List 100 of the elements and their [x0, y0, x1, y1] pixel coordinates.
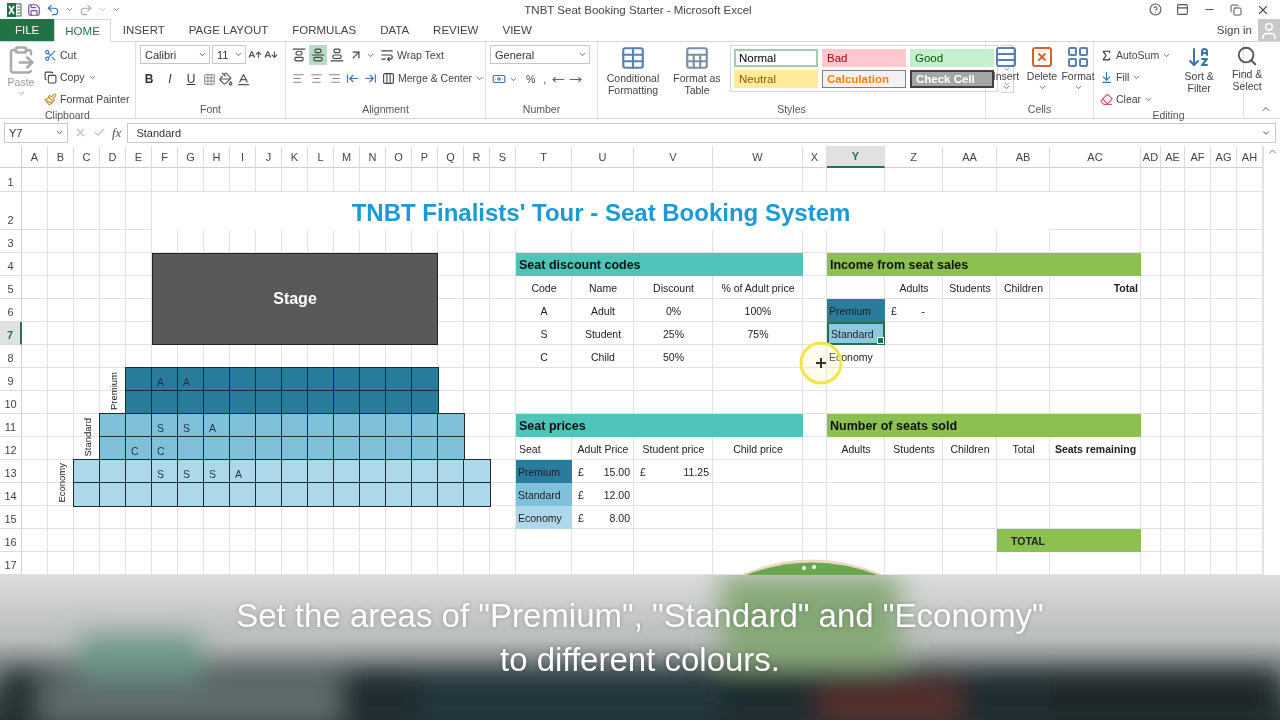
find-select-button[interactable]: Find & Select	[1225, 45, 1270, 110]
comma-button[interactable]: ,	[541, 69, 549, 90]
column-header[interactable]: Z	[885, 146, 943, 168]
cell-style[interactable]: Neutral	[734, 70, 818, 89]
column-header[interactable]: Y	[827, 146, 885, 168]
ribbon-tab[interactable]: DATA	[368, 19, 422, 42]
ribbon-tab[interactable]: INSERT	[110, 19, 177, 42]
column-header[interactable]: M	[334, 146, 360, 168]
row-header[interactable]: 9	[0, 368, 22, 391]
cell-style[interactable]: Good	[910, 49, 994, 68]
row-header[interactable]: 15	[0, 506, 22, 529]
save-button[interactable]	[27, 2, 41, 17]
font-size-field[interactable]: 11	[212, 45, 246, 65]
undo-button[interactable]	[46, 2, 60, 17]
column-header[interactable]: N	[360, 146, 386, 168]
cells-button[interactable]: Delete	[1026, 45, 1058, 104]
conditional-formatting-button[interactable]: Conditional Formatting	[602, 45, 664, 104]
cut-button[interactable]: Cut	[42, 45, 132, 66]
row-header[interactable]: 8	[0, 345, 22, 368]
row-header[interactable]: 11	[0, 414, 22, 437]
ribbon-tab[interactable]: HOME	[54, 19, 111, 43]
ribbon-tab[interactable]: FILE	[0, 19, 55, 42]
column-header[interactable]: AC	[1050, 146, 1141, 168]
editing-button[interactable]: Clear	[1098, 89, 1174, 110]
column-header[interactable]: G	[178, 146, 204, 168]
column-header[interactable]: X	[803, 146, 827, 168]
column-header[interactable]: B	[48, 146, 74, 168]
row-header[interactable]: 10	[0, 391, 22, 414]
sign-in-link[interactable]: Sign in	[1216, 24, 1252, 37]
row-header[interactable]: 5	[0, 276, 22, 299]
formula-field[interactable]: Standard	[127, 122, 1276, 143]
ribbon-tab[interactable]: REVIEW	[421, 19, 491, 42]
editing-button[interactable]: Fill	[1098, 67, 1174, 88]
name-box[interactable]: Y7	[4, 122, 68, 143]
format-as-table-button[interactable]: Format as Table	[668, 45, 726, 104]
column-header[interactable]: R	[464, 146, 490, 168]
percent-button[interactable]: %	[524, 69, 538, 90]
column-header[interactable]: U	[572, 146, 634, 168]
column-header[interactable]: V	[634, 146, 713, 168]
sort-filter-button[interactable]: Sort & Filter	[1177, 45, 1222, 110]
ribbon-tab[interactable]: VIEW	[490, 19, 544, 42]
column-header[interactable]: T	[516, 146, 572, 168]
column-header[interactable]: AA	[943, 146, 997, 168]
wrap-text-button[interactable]: Wrap Text	[378, 45, 446, 66]
font-name-field[interactable]: Calibri	[140, 45, 210, 65]
column-header[interactable]: J	[256, 146, 282, 168]
row-header[interactable]: 17	[0, 552, 22, 575]
column-header[interactable]: E	[126, 146, 152, 168]
column-header[interactable]: D	[100, 146, 126, 168]
row-header[interactable]: 7	[0, 322, 22, 345]
column-header[interactable]: F	[152, 146, 178, 168]
column-header[interactable]: A	[22, 146, 48, 168]
column-header[interactable]: AG	[1211, 146, 1237, 168]
cells-button[interactable]: Format	[1062, 45, 1094, 104]
format-painter-button[interactable]: Format Painter	[42, 89, 132, 110]
editing-button[interactable]: AutoSum	[1098, 45, 1174, 66]
restore-button[interactable]	[1230, 3, 1242, 16]
row-header[interactable]: 2	[0, 192, 22, 230]
vertical-scrollbar[interactable]	[1263, 146, 1280, 575]
font-color-button[interactable]	[236, 71, 251, 87]
row-header[interactable]: 4	[0, 253, 22, 276]
row-header[interactable]: 3	[0, 230, 22, 253]
help-button[interactable]	[1149, 3, 1162, 16]
fill-color-button[interactable]	[219, 72, 233, 87]
ribbon-tab[interactable]: FORMULAS	[280, 19, 369, 42]
column-header[interactable]: O	[386, 146, 412, 168]
column-header[interactable]: C	[74, 146, 100, 168]
customize-toolbar-button[interactable]	[112, 5, 121, 14]
column-header[interactable]: Q	[438, 146, 464, 168]
column-header[interactable]: AB	[997, 146, 1050, 168]
column-header[interactable]: K	[282, 146, 308, 168]
column-header[interactable]: I	[230, 146, 256, 168]
column-header[interactable]: S	[490, 146, 516, 168]
italic-button[interactable]: I	[161, 69, 179, 90]
column-header[interactable]: AF	[1185, 146, 1211, 168]
undo-menu-button[interactable]	[65, 5, 74, 14]
row-header[interactable]: 1	[0, 168, 22, 192]
column-header[interactable]: AE	[1161, 146, 1185, 168]
row-header[interactable]: 6	[0, 299, 22, 322]
column-header[interactable]: L	[308, 146, 334, 168]
cell-style[interactable]: Bad	[822, 49, 906, 68]
column-header[interactable]: W	[713, 146, 803, 168]
row-header[interactable]: 14	[0, 483, 22, 506]
column-header[interactable]: P	[412, 146, 438, 168]
column-header[interactable]: AH	[1237, 146, 1263, 168]
column-header[interactable]: H	[204, 146, 230, 168]
ribbon-display-button[interactable]	[1176, 3, 1189, 16]
underline-button[interactable]: U	[182, 69, 200, 90]
cell-style[interactable]: Normal	[734, 49, 818, 68]
column-header[interactable]: AD	[1141, 146, 1161, 168]
bold-button[interactable]: B	[140, 69, 158, 90]
vertical-align-button[interactable]	[309, 45, 327, 66]
copy-button[interactable]: Copy	[42, 67, 132, 88]
row-header[interactable]: 13	[0, 460, 22, 483]
number-format-field[interactable]: General	[490, 45, 590, 65]
ribbon-tab[interactable]: PAGE LAYOUT	[176, 19, 281, 42]
row-header[interactable]: 12	[0, 437, 22, 460]
row-header[interactable]: 16	[0, 529, 22, 552]
merge-center-button[interactable]: Merge & Center	[380, 68, 487, 89]
insert-function-button[interactable]: fx	[112, 124, 122, 141]
